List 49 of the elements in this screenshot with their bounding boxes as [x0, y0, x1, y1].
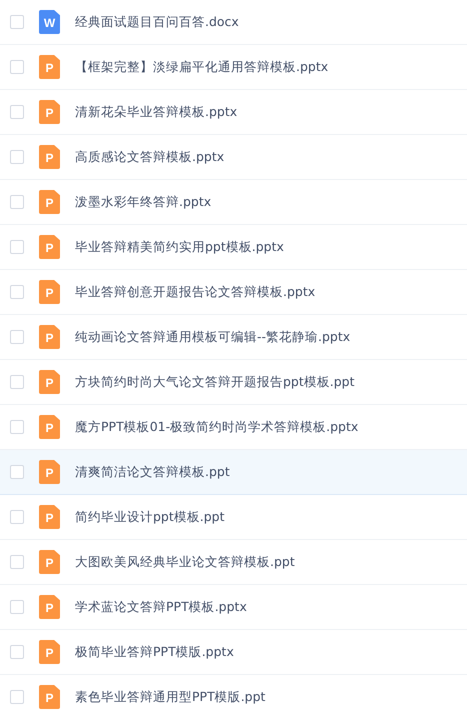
checkbox[interactable] — [10, 330, 24, 344]
file-icon: P — [39, 370, 60, 394]
file-icon: P — [39, 55, 60, 79]
checkbox[interactable] — [10, 375, 24, 389]
file-name[interactable]: 学术蓝论文答辩PPT模板.pptx — [75, 598, 247, 616]
file-icon: P — [39, 685, 60, 709]
checkbox[interactable] — [10, 15, 24, 29]
file-name[interactable]: 简约毕业设计ppt模板.ppt — [75, 508, 225, 526]
file-name[interactable]: 魔方PPT模板01-极致简约时尚学术答辩模板.pptx — [75, 418, 358, 436]
file-icon: P — [39, 460, 60, 484]
checkbox[interactable] — [10, 645, 24, 659]
file-row[interactable]: P 清爽简洁论文答辩模板.ppt — [0, 450, 467, 495]
file-icon: P — [39, 280, 60, 304]
file-name[interactable]: 毕业答辩精美简约实用ppt模板.pptx — [75, 238, 284, 256]
checkbox[interactable] — [10, 690, 24, 704]
file-icon: P — [39, 550, 60, 574]
file-icon: P — [39, 595, 60, 619]
checkbox[interactable] — [10, 60, 24, 74]
checkbox[interactable] — [10, 420, 24, 434]
file-icon: P — [39, 190, 60, 214]
file-name[interactable]: 大图欧美风经典毕业论文答辩模板.ppt — [75, 554, 295, 570]
file-icon: P — [39, 415, 60, 439]
checkbox[interactable] — [10, 195, 24, 209]
checkbox[interactable] — [10, 510, 24, 524]
checkbox[interactable] — [10, 105, 24, 119]
file-name[interactable]: 【框架完整】淡绿扁平化通用答辩模板.pptx — [75, 58, 328, 76]
file-name[interactable]: 方块简约时尚大气论文答辩开题报告ppt模板.ppt — [75, 374, 355, 390]
file-icon: P — [39, 145, 60, 169]
checkbox[interactable] — [10, 150, 24, 164]
checkbox[interactable] — [10, 465, 24, 479]
file-icon: P — [39, 505, 60, 529]
checkbox[interactable] — [10, 555, 24, 569]
file-name[interactable]: 经典面试题目百问百答.docx — [75, 14, 239, 30]
file-icon: P — [39, 640, 60, 664]
file-name[interactable]: 清新花朵毕业答辩模板.pptx — [75, 104, 238, 120]
file-name[interactable]: 纯动画论文答辩通用模板可编辑--繁花静瑜.pptx — [75, 328, 350, 346]
file-icon: P — [39, 325, 60, 349]
file-name[interactable]: 清爽简洁论文答辩模板.ppt — [75, 464, 230, 480]
file-icon: P — [39, 235, 60, 259]
file-name[interactable]: 泼墨水彩年终答辩.pptx — [75, 194, 212, 210]
file-icon: W — [39, 10, 60, 34]
file-icon: P — [39, 100, 60, 124]
checkbox[interactable] — [10, 285, 24, 299]
file-name[interactable]: 素色毕业答辩通用型PPT模版.ppt — [75, 688, 266, 706]
checkbox[interactable] — [10, 600, 24, 614]
checkbox[interactable] — [10, 240, 24, 254]
file-name[interactable]: 极简毕业答辩PPT模版.pptx — [75, 644, 234, 660]
file-name[interactable]: 高质感论文答辩模板.pptx — [75, 148, 224, 166]
file-name[interactable]: 毕业答辩创意开题报告论文答辩模板.pptx — [75, 284, 316, 300]
